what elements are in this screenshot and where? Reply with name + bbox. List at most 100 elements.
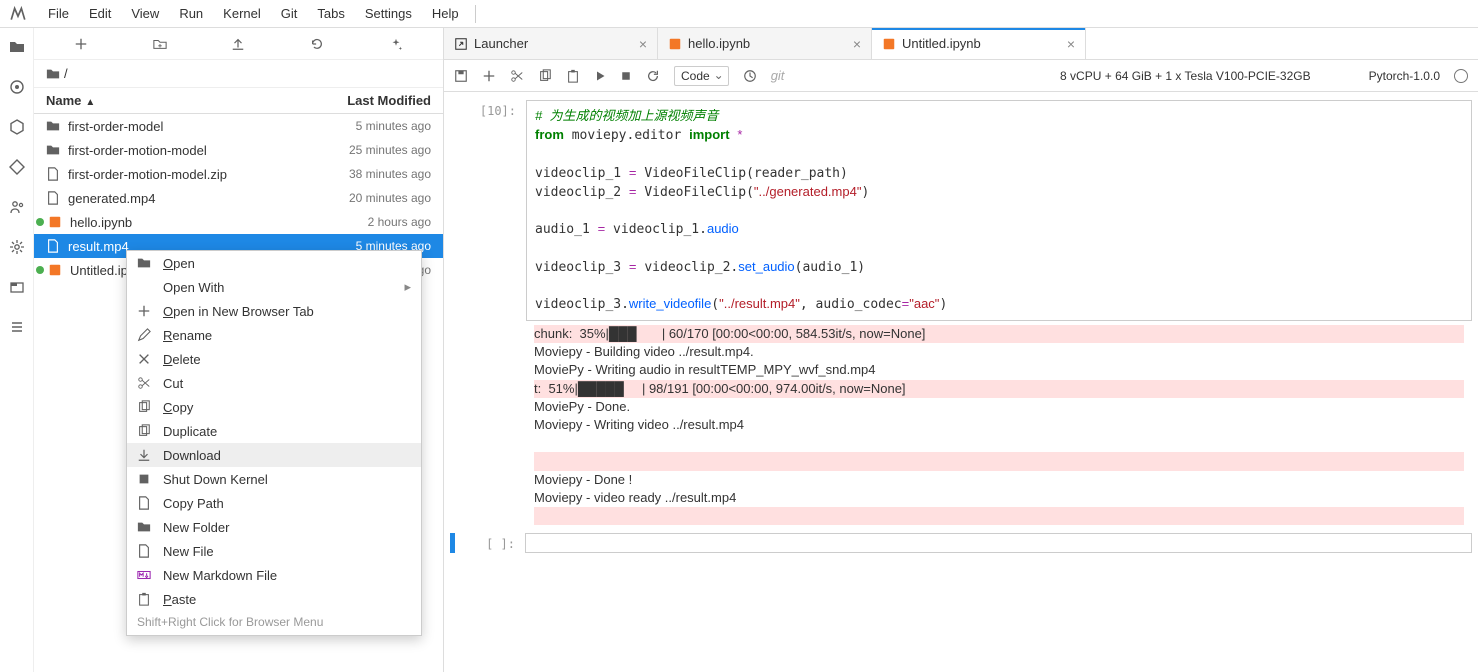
clock-icon[interactable]	[743, 69, 757, 83]
file-row[interactable]: first-order-motion-model.zip38 minutes a…	[34, 162, 443, 186]
ctx-new-folder[interactable]: New Folder	[127, 515, 421, 539]
output-line: MoviePy - Writing audio in resultTEMP_MP…	[534, 361, 1464, 379]
git-icon[interactable]	[8, 158, 26, 176]
cut-icon[interactable]	[510, 69, 524, 83]
file-icon	[137, 544, 153, 558]
close-icon[interactable]: ×	[639, 36, 647, 52]
header-name[interactable]: Name▲	[46, 93, 347, 108]
menu-git[interactable]: Git	[271, 2, 308, 25]
folder-icon	[46, 143, 62, 157]
file-modified: 38 minutes ago	[349, 167, 431, 181]
file-row[interactable]: hello.ipynb2 hours ago	[34, 210, 443, 234]
target-icon[interactable]	[8, 78, 26, 96]
close-icon[interactable]: ×	[853, 36, 861, 52]
tab-launcher[interactable]: Launcher×	[444, 28, 658, 59]
folder-icon	[137, 256, 153, 270]
ctx-delete[interactable]: Delete	[127, 347, 421, 371]
menu-file[interactable]: File	[38, 2, 79, 25]
save-icon[interactable]	[454, 69, 468, 83]
output-line: Moviepy - Done !	[534, 471, 1464, 489]
code-cell[interactable]: [10]: # 为生成的视频加上源视频声音 from moviepy.edito…	[450, 100, 1472, 529]
ctx-label: Cut	[163, 376, 183, 391]
file-icon	[46, 167, 62, 181]
kernel-hardware: 8 vCPU + 64 GiB + 1 x Tesla V100-PCIE-32…	[1060, 69, 1311, 83]
plus-icon	[137, 304, 153, 318]
empty-code-editor[interactable]	[525, 533, 1472, 553]
sort-arrow-icon: ▲	[85, 97, 95, 108]
ctx-duplicate[interactable]: Duplicate	[127, 419, 421, 443]
ctx-cut[interactable]: Cut	[127, 371, 421, 395]
git-sparkle-icon[interactable]	[389, 37, 403, 51]
tab-untitled-ipynb[interactable]: Untitled.ipynb×	[872, 28, 1086, 59]
ctx-label: Copy	[163, 400, 193, 415]
file-list-header[interactable]: Name▲ Last Modified	[34, 88, 443, 114]
top-menubar: FileEditViewRunKernelGitTabsSettingsHelp	[0, 0, 1478, 28]
ctx-label: Open in New Browser Tab	[163, 304, 314, 319]
list-icon[interactable]	[8, 318, 26, 336]
header-modified[interactable]: Last Modified	[347, 93, 431, 108]
tab-hello-ipynb[interactable]: hello.ipynb ×	[658, 28, 872, 59]
file-row[interactable]: first-order-model5 minutes ago	[34, 114, 443, 138]
paste-icon[interactable]	[566, 69, 580, 83]
menu-settings[interactable]: Settings	[355, 2, 422, 25]
hexagon-icon[interactable]	[8, 118, 26, 136]
file-browser-toolbar	[34, 28, 443, 60]
menu-tabs[interactable]: Tabs	[307, 2, 354, 25]
ctx-label: New Markdown File	[163, 568, 277, 583]
menu-edit[interactable]: Edit	[79, 2, 121, 25]
menu-kernel[interactable]: Kernel	[213, 2, 271, 25]
pencil-icon	[137, 328, 153, 342]
menu-help[interactable]: Help	[422, 2, 469, 25]
file-row[interactable]: generated.mp420 minutes ago	[34, 186, 443, 210]
ctx-open-with[interactable]: Open With▸	[127, 275, 421, 299]
app-logo	[8, 4, 28, 24]
ctx-new-file[interactable]: New File	[127, 539, 421, 563]
ctx-copy-path[interactable]: Copy Path	[127, 491, 421, 515]
new-launcher-icon[interactable]	[74, 37, 88, 51]
kernel-name[interactable]: Pytorch-1.0.0	[1369, 69, 1440, 83]
copy-icon[interactable]	[538, 69, 552, 83]
empty-cell[interactable]: [ ]:	[450, 533, 1472, 553]
file-icon	[46, 191, 62, 205]
ctx-open[interactable]: Open	[127, 251, 421, 275]
file-row[interactable]: first-order-motion-model25 minutes ago	[34, 138, 443, 162]
ctx-open-in-new-browser-tab[interactable]: Open in New Browser Tab	[127, 299, 421, 323]
restart-icon[interactable]	[646, 69, 660, 83]
upload-icon[interactable]	[231, 37, 245, 51]
menu-view[interactable]: View	[121, 2, 169, 25]
close-icon[interactable]: ×	[1067, 36, 1075, 52]
copy-icon	[137, 424, 153, 438]
launcher-icon	[454, 37, 468, 51]
ctx-shut-down-kernel[interactable]: Shut Down Kernel	[127, 467, 421, 491]
ctx-label: Delete	[163, 352, 201, 367]
celltype-select[interactable]: Code	[674, 66, 729, 86]
stop-icon[interactable]	[620, 70, 632, 82]
download-icon	[137, 448, 153, 462]
ctx-rename[interactable]: Rename	[127, 323, 421, 347]
breadcrumb[interactable]: /	[34, 60, 443, 88]
insert-cell-icon[interactable]	[482, 69, 496, 83]
folder-icon[interactable]	[8, 38, 26, 56]
tabs-icon[interactable]	[8, 278, 26, 296]
menu-run[interactable]: Run	[169, 2, 213, 25]
kernel-status-icon[interactable]	[1454, 69, 1468, 83]
empty-cell-prompt: [ ]:	[459, 533, 525, 553]
file-modified: 2 hours ago	[368, 215, 431, 229]
ctx-label: New Folder	[163, 520, 229, 535]
gear-icon[interactable]	[8, 238, 26, 256]
refresh-icon[interactable]	[310, 37, 324, 51]
run-icon[interactable]	[594, 70, 606, 82]
new-folder-icon[interactable]	[153, 37, 167, 51]
ctx-new-markdown-file[interactable]: New Markdown File	[127, 563, 421, 587]
stop-icon	[137, 472, 153, 486]
ctx-download[interactable]: Download	[127, 443, 421, 467]
people-icon[interactable]	[8, 198, 26, 216]
tab-label: hello.ipynb	[688, 36, 750, 51]
submenu-arrow-icon: ▸	[404, 279, 411, 295]
ctx-copy[interactable]: Copy	[127, 395, 421, 419]
code-editor[interactable]: # 为生成的视频加上源视频声音 from moviepy.editor impo…	[526, 100, 1472, 321]
cell-prompt: [10]:	[450, 100, 526, 529]
git-label[interactable]: git	[771, 68, 785, 83]
ctx-paste[interactable]: Paste	[127, 587, 421, 611]
ctx-label: New File	[163, 544, 214, 559]
